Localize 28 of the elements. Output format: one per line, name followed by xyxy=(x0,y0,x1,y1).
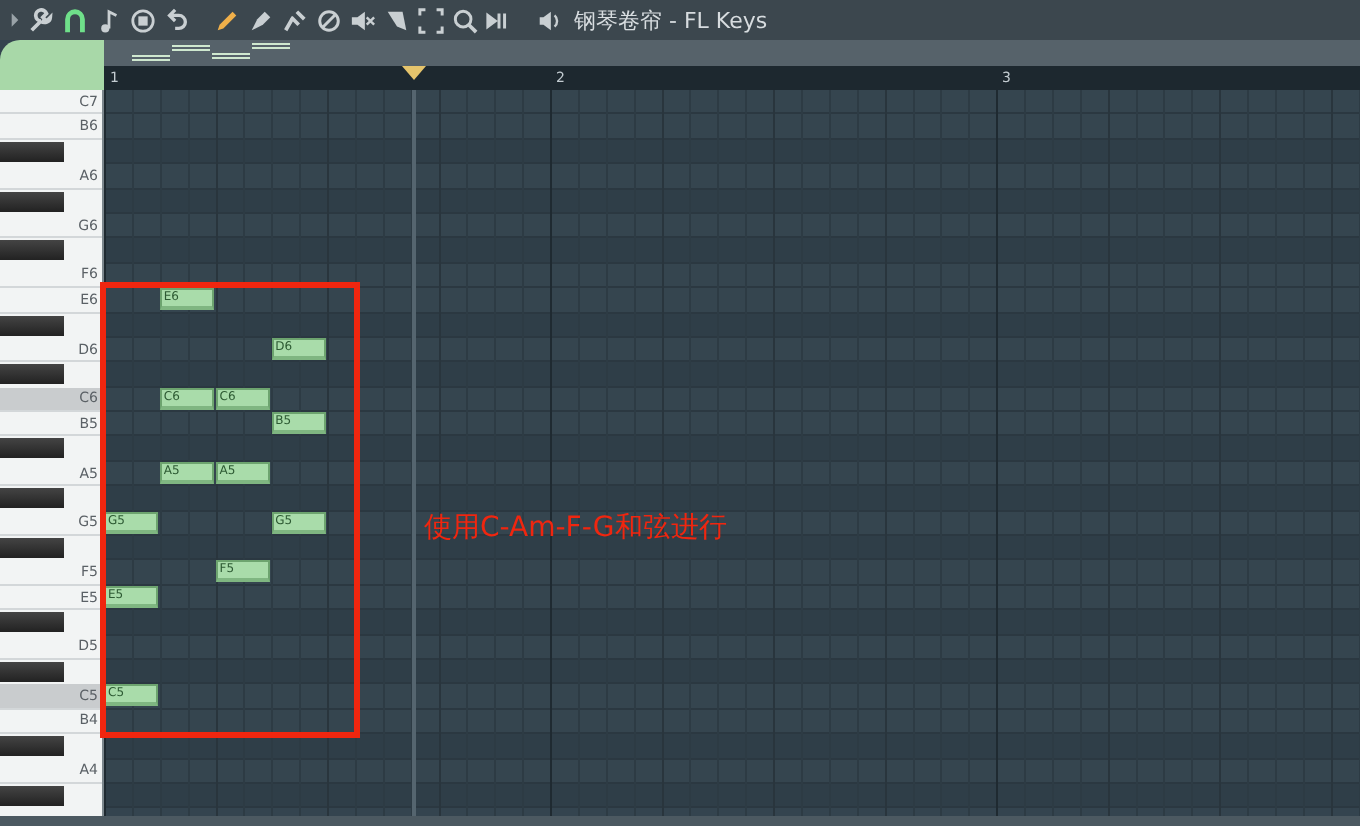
sharp-piano-key[interactable] xyxy=(0,488,64,509)
zoom-icon[interactable] xyxy=(452,7,478,33)
sharp-piano-key[interactable] xyxy=(0,315,64,336)
brush-icon[interactable] xyxy=(248,7,274,33)
sharp-piano-key[interactable] xyxy=(0,191,64,212)
music-note-icon[interactable] xyxy=(96,7,122,33)
sharp-piano-key[interactable] xyxy=(0,736,64,757)
playback-icon[interactable] xyxy=(486,7,512,33)
speaker-icon[interactable] xyxy=(536,7,562,33)
wrench-icon[interactable] xyxy=(28,7,54,33)
sharp-piano-key[interactable] xyxy=(0,141,64,162)
window-title: 钢琴卷帘 - FL Keys xyxy=(574,5,768,35)
sharp-piano-key[interactable] xyxy=(0,661,64,682)
select-icon[interactable] xyxy=(418,7,444,33)
undo-icon[interactable] xyxy=(164,7,190,33)
pencil-icon[interactable] xyxy=(214,7,240,33)
sharp-piano-key[interactable] xyxy=(0,785,64,806)
sharp-piano-key[interactable] xyxy=(0,612,64,633)
play-icon[interactable] xyxy=(10,12,20,28)
sharp-piano-key[interactable] xyxy=(0,538,64,559)
mute-tool-icon[interactable] xyxy=(316,7,342,33)
sharp-piano-key[interactable] xyxy=(0,438,64,459)
speaker-mute-icon[interactable] xyxy=(350,7,376,33)
magnet-icon[interactable] xyxy=(62,7,88,33)
sharp-piano-key[interactable] xyxy=(0,364,64,385)
circle-icon[interactable] xyxy=(130,7,156,33)
sharp-piano-key[interactable] xyxy=(0,240,64,261)
annotation-text: 使用C-Am-F-G和弦进行 xyxy=(424,510,727,546)
